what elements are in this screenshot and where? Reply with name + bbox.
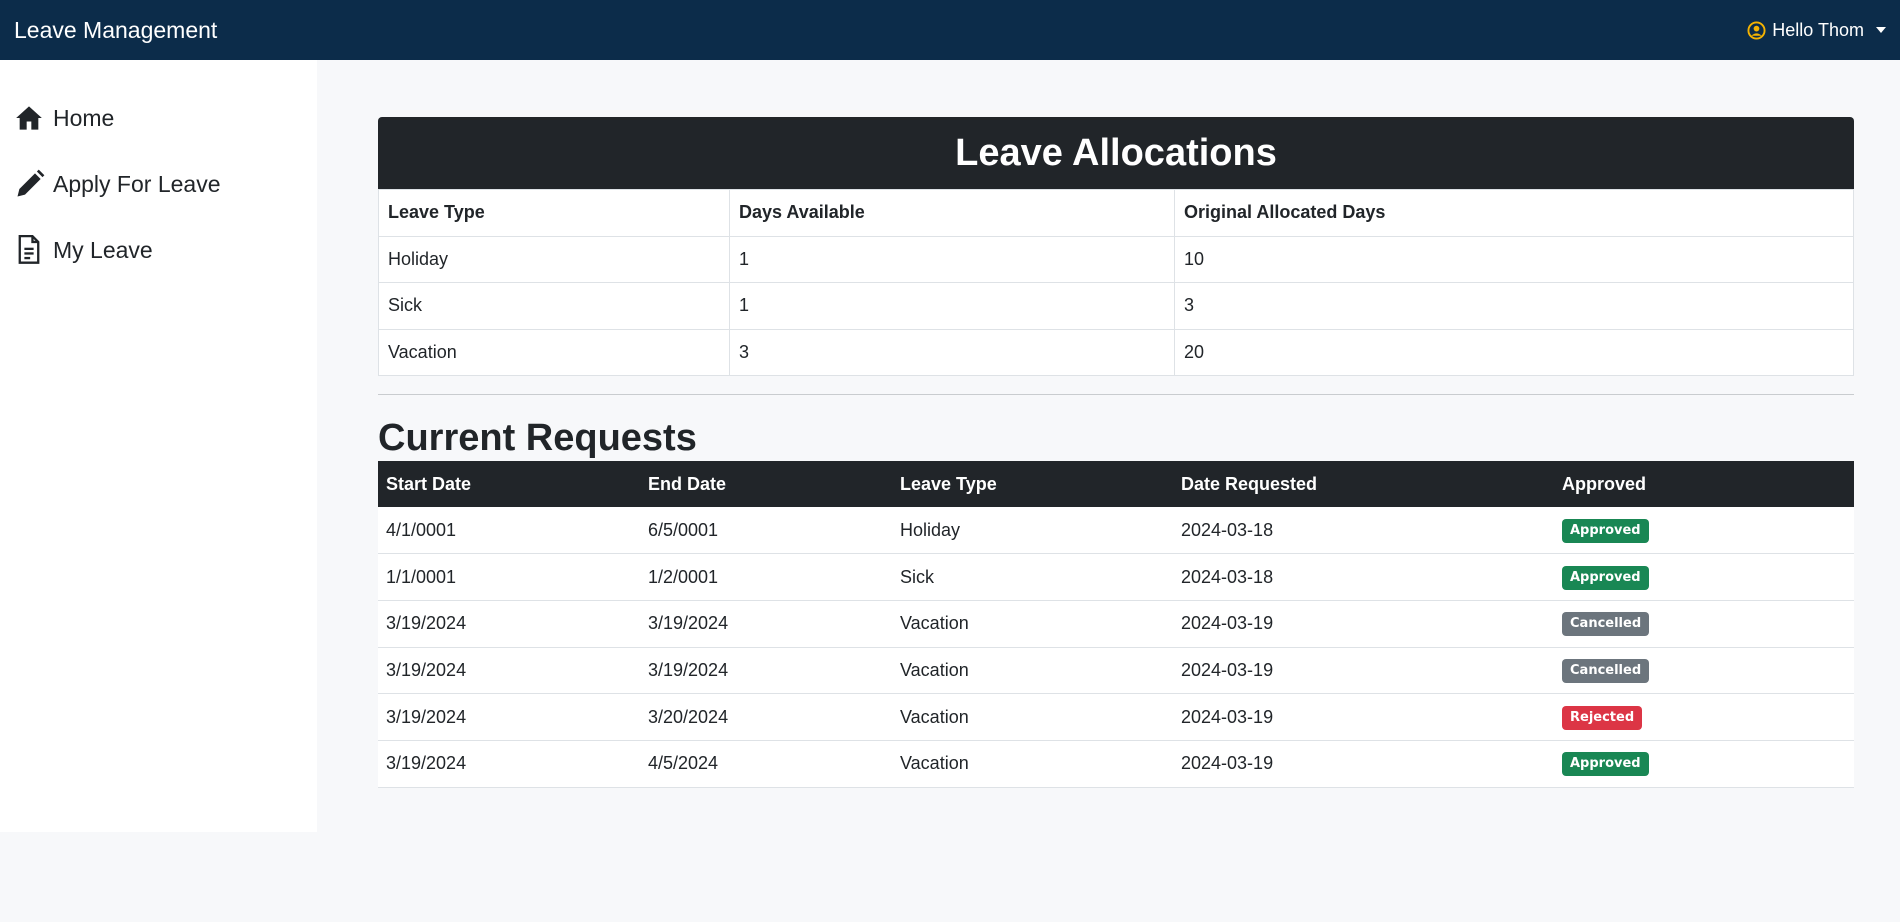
approval-cell: Rejected <box>1554 693 1854 741</box>
date-requested-cell: 2024-03-19 <box>1173 740 1554 788</box>
sidebar-item-label: Apply For Leave <box>53 170 221 197</box>
current-requests-title: Current Requests <box>378 417 697 459</box>
main-content: Leave Allocations Leave Type Days Availa… <box>378 117 1854 788</box>
approval-cell: Approved <box>1554 507 1854 555</box>
allocations-header: Leave Allocations <box>378 117 1854 189</box>
end-date-cell: 4/5/2024 <box>640 740 892 788</box>
start-date-cell: 3/19/2024 <box>378 740 640 788</box>
table-row: 4/1/0001 6/5/0001 Holiday 2024-03-18 App… <box>378 507 1854 555</box>
table-row: Holiday 1 10 <box>378 235 1854 283</box>
user-circle-icon <box>1747 20 1766 40</box>
sidebar-item-label: My Leave <box>53 236 153 263</box>
date-requested-cell: 2024-03-18 <box>1173 553 1554 601</box>
divider <box>378 394 1854 395</box>
start-date-cell: 3/19/2024 <box>378 647 640 695</box>
status-badge: Cancelled <box>1562 658 1650 683</box>
table-header-row: Start Date End Date Leave Type Date Requ… <box>378 461 1854 507</box>
sidebar-item-label: Home <box>53 104 115 131</box>
approval-cell: Approved <box>1554 553 1854 601</box>
column-header: Leave Type <box>378 189 730 237</box>
table-row: Sick 1 3 <box>378 282 1854 330</box>
end-date-cell: 6/5/0001 <box>640 507 892 555</box>
leave-type-cell: Vacation <box>892 647 1173 695</box>
days-available-cell: 1 <box>729 282 1175 330</box>
brand-link[interactable]: Leave Management <box>14 17 217 44</box>
days-available-cell: 3 <box>729 328 1175 376</box>
leave-type-cell: Vacation <box>892 600 1173 648</box>
chevron-down-icon[interactable] <box>1876 27 1886 33</box>
leave-type-cell: Sick <box>378 282 730 330</box>
table-row: 3/19/2024 4/5/2024 Vacation 2024-03-19 A… <box>378 740 1854 788</box>
status-badge: Rejected <box>1562 705 1643 730</box>
pencil-icon <box>15 167 49 201</box>
column-header: Leave Type <box>892 461 1173 507</box>
start-date-cell: 3/19/2024 <box>378 600 640 648</box>
user-menu[interactable]: Hello Thom <box>1747 20 1886 41</box>
user-greeting[interactable]: Hello Thom <box>1772 20 1864 41</box>
top-navbar: Leave Management Hello Thom <box>0 0 1900 60</box>
date-requested-cell: 2024-03-18 <box>1173 507 1554 555</box>
leave-type-cell: Holiday <box>892 507 1173 555</box>
sidebar-item-my-leave[interactable]: My Leave <box>0 217 317 283</box>
column-header: Original Allocated Days <box>1174 189 1854 237</box>
column-header: Start Date <box>378 461 640 507</box>
table-row: 3/19/2024 3/19/2024 Vacation 2024-03-19 … <box>378 647 1854 695</box>
sidebar-item-home[interactable]: Home <box>0 85 317 151</box>
leave-type-cell: Sick <box>892 553 1173 601</box>
allocations-table: Leave Type Days Available Original Alloc… <box>378 189 1854 376</box>
end-date-cell: 3/20/2024 <box>640 693 892 741</box>
date-requested-cell: 2024-03-19 <box>1173 693 1554 741</box>
leave-type-cell: Vacation <box>892 740 1173 788</box>
start-date-cell: 4/1/0001 <box>378 507 640 555</box>
status-badge: Cancelled <box>1562 612 1650 637</box>
column-header: End Date <box>640 461 892 507</box>
date-requested-cell: 2024-03-19 <box>1173 647 1554 695</box>
approval-cell: Cancelled <box>1554 647 1854 695</box>
column-header: Approved <box>1554 461 1854 507</box>
start-date-cell: 1/1/0001 <box>378 553 640 601</box>
end-date-cell: 1/2/0001 <box>640 553 892 601</box>
column-header: Days Available <box>729 189 1175 237</box>
table-row: 1/1/0001 1/2/0001 Sick 2024-03-18 Approv… <box>378 553 1854 601</box>
end-date-cell: 3/19/2024 <box>640 600 892 648</box>
document-icon <box>15 233 49 267</box>
table-row: 3/19/2024 3/20/2024 Vacation 2024-03-19 … <box>378 693 1854 741</box>
table-row: Vacation 3 20 <box>378 328 1854 376</box>
leave-type-cell: Vacation <box>378 328 730 376</box>
status-badge: Approved <box>1562 518 1649 543</box>
allocated-days-cell: 20 <box>1174 328 1854 376</box>
home-icon <box>15 101 49 135</box>
status-badge: Approved <box>1562 752 1649 777</box>
table-header-row: Leave Type Days Available Original Alloc… <box>378 189 1854 237</box>
sidebar-item-apply-for-leave[interactable]: Apply For Leave <box>0 151 317 217</box>
leave-type-cell: Vacation <box>892 693 1173 741</box>
allocated-days-cell: 3 <box>1174 282 1854 330</box>
allocated-days-cell: 10 <box>1174 235 1854 283</box>
days-available-cell: 1 <box>729 235 1175 283</box>
date-requested-cell: 2024-03-19 <box>1173 600 1554 648</box>
approval-cell: Approved <box>1554 740 1854 788</box>
column-header: Date Requested <box>1173 461 1554 507</box>
sidebar: Home Apply For Leave My Leave <box>0 60 317 832</box>
leave-type-cell: Holiday <box>378 235 730 283</box>
status-badge: Approved <box>1562 565 1649 590</box>
end-date-cell: 3/19/2024 <box>640 647 892 695</box>
start-date-cell: 3/19/2024 <box>378 693 640 741</box>
requests-table: Start Date End Date Leave Type Date Requ… <box>378 461 1854 788</box>
approval-cell: Cancelled <box>1554 600 1854 648</box>
table-row: 3/19/2024 3/19/2024 Vacation 2024-03-19 … <box>378 600 1854 648</box>
